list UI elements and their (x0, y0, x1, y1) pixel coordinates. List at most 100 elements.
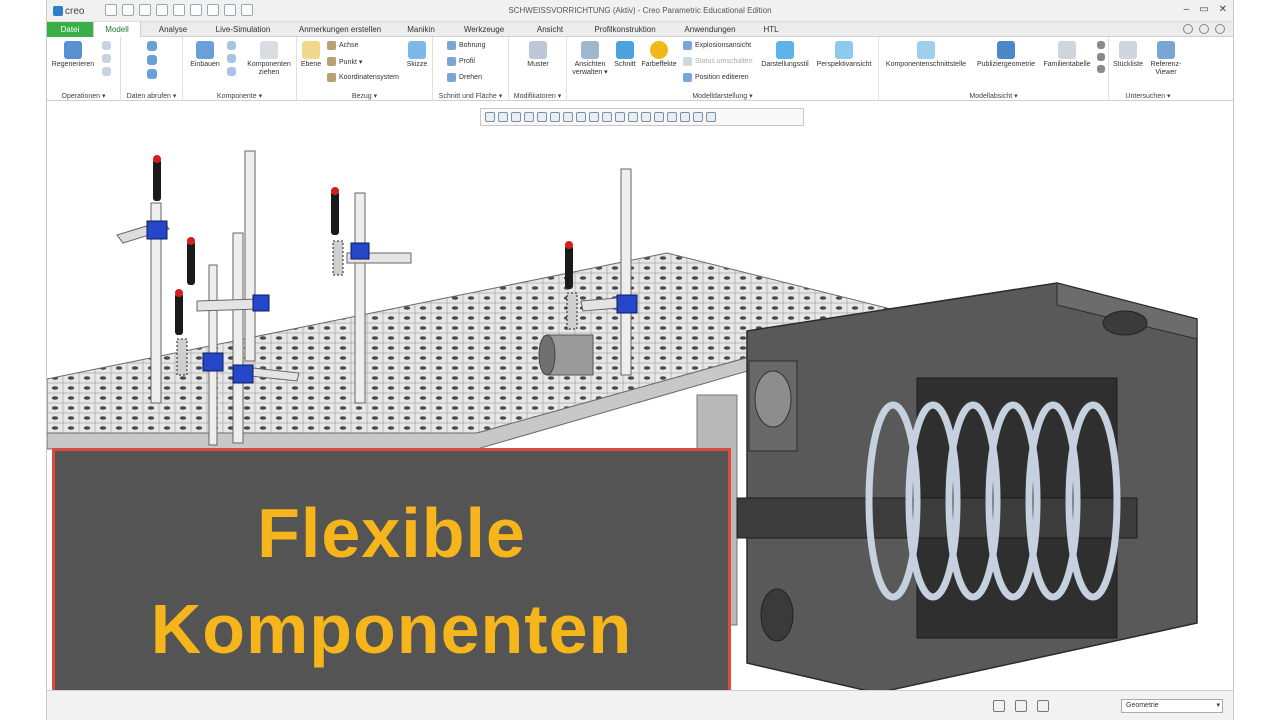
group-label-untersuchen[interactable]: Untersuchen ▾ (1109, 92, 1187, 100)
csys-display-icon[interactable] (641, 112, 651, 122)
shrinkwrap-icon[interactable] (147, 69, 157, 79)
title-overlay-banner: Flexible Komponenten (52, 448, 731, 713)
interface-icon (917, 41, 935, 59)
position-editieren-button[interactable]: Position editieren (683, 73, 749, 82)
koordinatensystem-button[interactable]: Koordinatensystem (327, 73, 399, 82)
paste-icon[interactable] (101, 54, 111, 63)
ansichten-verwalten-button[interactable]: Ansichten verwalten ▾ (569, 41, 611, 77)
group-label-operationen[interactable]: Operationen ▾ (47, 92, 120, 100)
bill-of-materials-icon (1119, 41, 1137, 59)
close-button[interactable]: ✕ (1219, 4, 1227, 15)
clamp-post (620, 168, 632, 376)
handle-tip (187, 237, 195, 245)
spin-center-icon[interactable] (667, 112, 677, 122)
perspektivansicht-button[interactable]: Perspektivansicht (813, 41, 875, 69)
view-manager-icon[interactable] (563, 112, 573, 122)
display-style-view-icon[interactable] (537, 112, 547, 122)
ebene-button[interactable]: Ebene (299, 41, 323, 69)
group-schnitt-flaeche: Bohrung Profil Drehen Schnitt und Fläche… (433, 37, 509, 101)
explosionsansicht-button[interactable]: Explosionsansicht (683, 41, 751, 50)
punkt-button[interactable]: Punkt ▾ (327, 57, 362, 66)
einbauen-button[interactable]: Einbauen (187, 41, 223, 69)
group-label-bezug[interactable]: Bezug ▾ (297, 92, 432, 100)
axis-display-icon[interactable] (615, 112, 625, 122)
group-label-modelldarstellung[interactable]: Modelldarstellung ▾ (567, 92, 878, 100)
group-label-komponente[interactable]: Komponente ▾ (183, 92, 296, 100)
point-display-icon[interactable] (628, 112, 638, 122)
status-umschalten-button[interactable]: Status umschalten (683, 57, 753, 66)
zoom-in-icon[interactable] (498, 112, 508, 122)
tab-htl[interactable]: HTL (757, 22, 785, 37)
clamp-post (244, 150, 256, 362)
stueckliste-button[interactable]: Stückliste (1111, 41, 1145, 69)
drehen-button[interactable]: Drehen (447, 73, 482, 82)
tab-ansicht[interactable]: Ansicht (528, 22, 572, 37)
point-icon (327, 57, 336, 66)
copy-geometry-icon[interactable] (147, 55, 157, 65)
tab-live-simulation[interactable]: Live-Simulation (207, 22, 279, 37)
perspective-view-icon[interactable] (576, 112, 586, 122)
group-label-schnitt[interactable]: Schnitt und Fläche ▾ (433, 92, 508, 100)
window-controls: – ▭ ✕ (1184, 4, 1227, 15)
user-defined-feature-icon[interactable] (147, 41, 157, 51)
group-label-modifikatoren[interactable]: Modifikatoren ▾ (509, 92, 566, 100)
publiziergeometrie-button[interactable]: Publiziergeometrie (973, 41, 1039, 69)
copy-icon[interactable] (101, 41, 111, 50)
plane-display-icon[interactable] (602, 112, 612, 122)
achse-button[interactable]: Achse (327, 41, 358, 50)
cosmetic-icon[interactable] (706, 112, 716, 122)
create-component-icon[interactable] (226, 41, 236, 50)
mouse-icon[interactable] (1199, 24, 1209, 34)
extrude-icon (447, 57, 456, 66)
info-icon[interactable] (1215, 24, 1225, 34)
clamp-handle (565, 245, 573, 289)
regenerieren-button[interactable]: Regenerieren (51, 41, 95, 69)
komponentenschnittstelle-button[interactable]: Komponentenschnittstelle (881, 41, 971, 69)
komponenten-ziehen-button[interactable]: Komponenten ziehen (243, 41, 295, 77)
tab-manikin[interactable]: Manikin (401, 22, 441, 37)
farbeffekte-button[interactable]: Farbeffekte (639, 41, 679, 69)
tab-anwendungen[interactable]: Anwendungen (679, 22, 741, 37)
datum-display-icon[interactable] (589, 112, 599, 122)
group-label-modellabsicht[interactable]: Modellabsicht ▾ (879, 92, 1108, 100)
status-find-icon[interactable] (993, 700, 1005, 712)
referenz-viewer-button[interactable]: Referenz-Viewer (1147, 41, 1185, 77)
profil-button[interactable]: Profil (447, 57, 475, 66)
relations-icons (1095, 41, 1107, 75)
saved-views-icon[interactable] (550, 112, 560, 122)
status-selection-icon[interactable] (1037, 700, 1049, 712)
selection-filter-select[interactable]: Geometrie ▾ (1121, 699, 1223, 713)
repaint-icon[interactable] (524, 112, 534, 122)
tab-analyse[interactable]: Analyse (151, 22, 195, 37)
repeat-icon[interactable] (226, 54, 236, 63)
refit-icon[interactable] (485, 112, 495, 122)
switch-dimensions-icon[interactable] (1097, 65, 1105, 73)
tab-modell[interactable]: Modell (93, 22, 141, 38)
tab-profilkonstruktion[interactable]: Profilkonstruktion (588, 22, 662, 37)
title-bar: creo SCHWEISSVORRICHTUNG (Aktiv) - Creo … (47, 0, 1233, 22)
clamp-post (232, 232, 244, 444)
section-view-icon[interactable] (680, 112, 690, 122)
tab-datei[interactable]: Datei (47, 22, 93, 37)
skizze-button[interactable]: Skizze (403, 41, 431, 69)
schnitt-button[interactable]: Schnitt (611, 41, 639, 69)
pause-icon[interactable] (693, 112, 703, 122)
maximize-button[interactable]: ▭ (1199, 4, 1208, 15)
delete-icon[interactable] (101, 67, 111, 76)
muster-button[interactable]: Muster (521, 41, 555, 69)
annotation-display-icon[interactable] (654, 112, 664, 122)
darstellungsstil-button[interactable]: Darstellungsstil (759, 41, 811, 69)
parameters-icon[interactable] (1097, 53, 1105, 61)
help-icon[interactable] (1183, 24, 1193, 34)
tab-anmerkungen[interactable]: Anmerkungen erstellen (292, 22, 388, 37)
familientabelle-button[interactable]: Familientabelle (1039, 41, 1095, 69)
drag-hand-icon (260, 41, 278, 59)
status-binoculars-icon[interactable] (1015, 700, 1027, 712)
group-label-daten[interactable]: Daten abrufen ▾ (121, 92, 182, 100)
relations-icon[interactable] (1097, 41, 1105, 49)
bohrung-button[interactable]: Bohrung (447, 41, 485, 50)
component-op-icon[interactable] (226, 67, 236, 76)
minimize-button[interactable]: – (1184, 4, 1190, 15)
tab-werkzeuge[interactable]: Werkzeuge (459, 22, 509, 37)
zoom-out-icon[interactable] (511, 112, 521, 122)
